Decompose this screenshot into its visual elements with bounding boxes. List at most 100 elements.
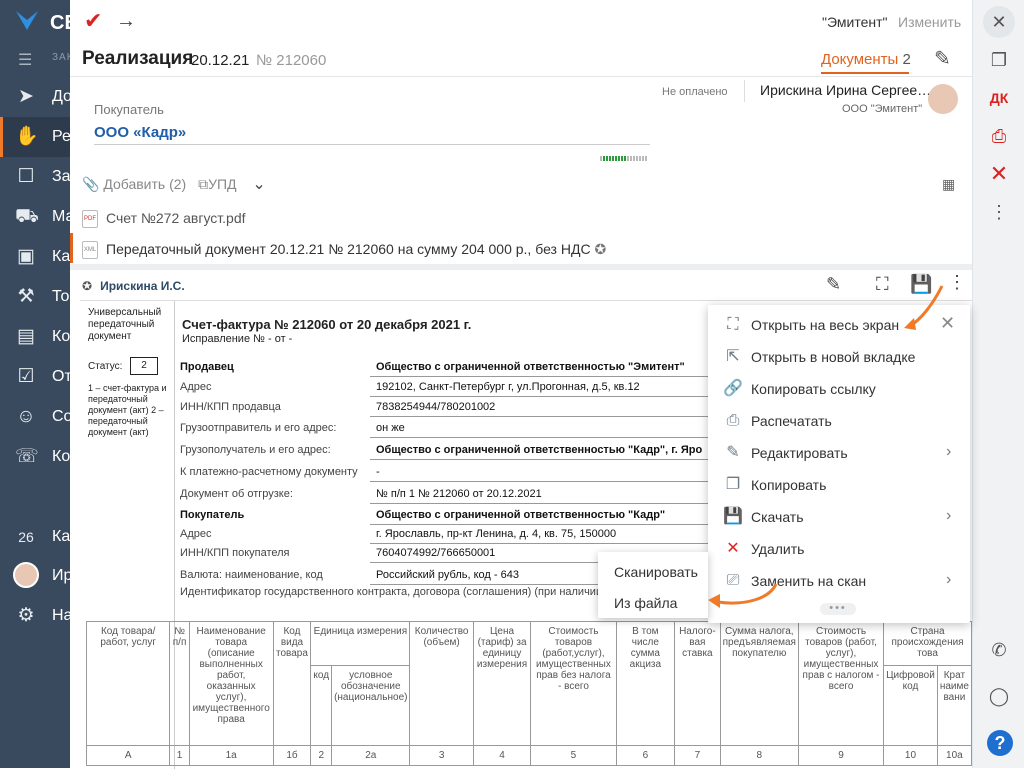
more-horizontal-icon[interactable]: ••• <box>820 603 856 615</box>
logo-icon[interactable] <box>14 8 40 34</box>
status-notes: 1 – счет-фактура и передаточный документ… <box>88 383 167 437</box>
column-number: А <box>85 745 171 766</box>
attachment-item[interactable]: PDF Счет №272 август.pdf <box>82 210 246 229</box>
chevron-down-icon[interactable]: ⌄ <box>252 176 265 193</box>
sidebar-item-goods[interactable]: ⚒ То <box>0 277 70 317</box>
chevron-right-icon: › <box>946 507 952 524</box>
more-vertical-icon[interactable]: ⋮ <box>948 272 966 293</box>
sidebar-item-documents[interactable]: ➤ До <box>0 77 70 117</box>
sidebar-item-sales[interactable]: ✋ Ре <box>0 117 70 157</box>
menu-icon[interactable]: ☰ <box>18 50 32 70</box>
divider <box>70 264 972 270</box>
sign-doc-icon[interactable]: ✎ <box>934 46 951 71</box>
sidebar-item-tasks[interactable]: ☐ За <box>0 157 70 197</box>
doc-number[interactable]: № 212060 <box>256 52 326 69</box>
sidebar-item-cash[interactable]: ▣ Ка <box>0 237 70 277</box>
add-attachment-button[interactable]: Добавить (2) <box>103 176 186 192</box>
grid-view-icon[interactable]: ▦ <box>942 176 955 193</box>
chevron-right-icon: › <box>946 571 952 588</box>
selected-marker <box>70 233 73 263</box>
row-value: № п/п 1 № 212060 от 20.12.2021 <box>376 488 542 500</box>
row-value: 192102, Санкт-Петербург г, ул.Прогонная,… <box>376 381 640 393</box>
sidebar-item-label: Ка <box>52 248 70 265</box>
menu-item-label: Открыть на весь экран <box>751 317 900 333</box>
menu-item-new-tab[interactable]: ⇱ Открыть в новой вкладке <box>708 341 970 373</box>
invoice-row: Документ об отгрузке: № п/п 1 № 212060 от… <box>180 484 710 504</box>
signer-name[interactable]: ✪ Ирискина И.С. <box>82 279 185 293</box>
paperclip-icon[interactable]: 📎 <box>82 176 99 192</box>
more-vertical-icon[interactable]: ⋮ <box>983 196 1015 228</box>
dk-button[interactable]: ДК <box>983 82 1015 114</box>
hand-coin-icon: ✋ <box>15 126 39 147</box>
table-header: № п/п <box>169 621 190 746</box>
copy-window-icon[interactable]: ❐ <box>983 44 1015 76</box>
chat-icon[interactable]: ◯ <box>983 680 1015 712</box>
tab-documents[interactable]: Документы 2 <box>821 51 911 68</box>
doc-date[interactable]: 20.12.21 <box>191 52 249 69</box>
reliability-indicator[interactable] <box>600 149 648 164</box>
row-key: ИНН/КПП продавца <box>180 401 281 413</box>
open-new-tab-icon: ⇱ <box>726 348 740 365</box>
attachment-item-selected[interactable]: XML Передаточный документ 20.12.21 № 2120… <box>82 241 606 260</box>
submenu-item-scan[interactable]: Сканировать <box>614 564 698 580</box>
change-button[interactable]: Изменить <box>898 14 961 30</box>
column-number: 10а <box>936 745 973 766</box>
table-subheader: Крат наиме вани <box>936 665 973 746</box>
upd-icon[interactable]: ⧉ <box>198 176 208 192</box>
avatar[interactable] <box>928 84 958 114</box>
menu-item-download[interactable]: 💾 Скачать › <box>708 501 970 533</box>
annotation-arrow-icon <box>708 583 778 608</box>
table-header: Стоимость товаров (работ,услуг), имущест… <box>530 621 617 746</box>
table-header: Единица измерения <box>310 621 411 666</box>
org-link[interactable]: "Эмитент" <box>822 14 887 30</box>
page-title: Реализация <box>82 48 194 69</box>
table-subheader: код <box>310 665 333 746</box>
responsible-person[interactable]: Ирискина Ирина Сергее… <box>760 82 931 98</box>
pencil-icon: ✎ <box>726 444 740 461</box>
sidebar-item-chat[interactable]: ☏ Ко <box>0 437 70 477</box>
menu-item-label: Скачать <box>751 509 804 525</box>
status-value: 2 <box>130 357 158 375</box>
buyer-field[interactable]: ООО «Кадр» <box>94 124 186 141</box>
attachment-name: Передаточный документ 20.12.21 № 212060 … <box>106 241 591 257</box>
tab-underline <box>821 72 909 74</box>
row-value: - <box>376 466 380 478</box>
submenu-item-from-file[interactable]: Из файла <box>614 595 677 611</box>
calendar-icon: 26 <box>18 529 34 545</box>
sidebar-item-label: Ка <box>52 528 70 545</box>
pencil-icon[interactable]: ✎ <box>826 274 841 295</box>
column-number: 3 <box>409 745 474 766</box>
sidebar-item-contacts[interactable]: ▤ Ко <box>0 317 70 357</box>
sidebar-item-profile[interactable]: Ир <box>0 556 70 596</box>
upd-button[interactable]: УПД <box>208 176 236 192</box>
menu-item-copy[interactable]: ❐ Копировать <box>708 469 970 501</box>
sidebar-item-label: То <box>52 288 70 305</box>
delete-icon[interactable]: ✕ <box>983 158 1015 190</box>
sidebar-item-settings[interactable]: ⚙ На <box>0 596 70 636</box>
context-menu: ✕ ⛶ Открыть на весь экран ⇱ Открыть в ново… <box>708 305 970 623</box>
menu-item-copy-link[interactable]: 🔗 Копировать ссылку <box>708 373 970 405</box>
invoice-row: ИНН/КПП продавца 7838254944/780201002 <box>180 397 710 417</box>
chevron-right-icon: › <box>946 443 952 460</box>
table-header: Стоимость товаров (работ, услуг), имущес… <box>797 621 885 746</box>
column-number: 6 <box>615 745 676 766</box>
payment-status[interactable]: Не оплачено <box>662 86 728 98</box>
sidebar-item-shop[interactable]: ⛟ Ма <box>0 197 70 237</box>
printer-icon[interactable]: ⎙ <box>983 120 1015 152</box>
menu-item-print[interactable]: ⎙ Распечатать <box>708 405 970 437</box>
check-icon[interactable]: ✔ <box>84 8 102 34</box>
menu-item-delete[interactable]: ✕ Удалить <box>708 533 970 565</box>
menu-item-edit[interactable]: ✎ Редактировать › <box>708 437 970 469</box>
sidebar-item-reports[interactable]: ☑ От <box>0 357 70 397</box>
phone-icon[interactable]: ✆ <box>983 634 1015 666</box>
sidebar-item-calendar[interactable]: 26 Ка <box>0 517 70 557</box>
sidebar-item-staff[interactable]: ☺ Со <box>0 397 70 437</box>
invoice-title: Счет-фактура № 212060 от 20 декабря 2021… <box>182 317 472 332</box>
sidebar-subtitle: ЗАК <box>52 52 70 63</box>
printer-icon: ⎙ <box>726 412 740 429</box>
row-key: Документ об отгрузке: <box>180 488 293 500</box>
pdf-file-icon: PDF <box>82 210 98 229</box>
arrow-right-icon[interactable]: → <box>116 10 136 33</box>
close-icon[interactable]: ✕ <box>983 6 1015 38</box>
help-button[interactable]: ? <box>987 730 1013 756</box>
